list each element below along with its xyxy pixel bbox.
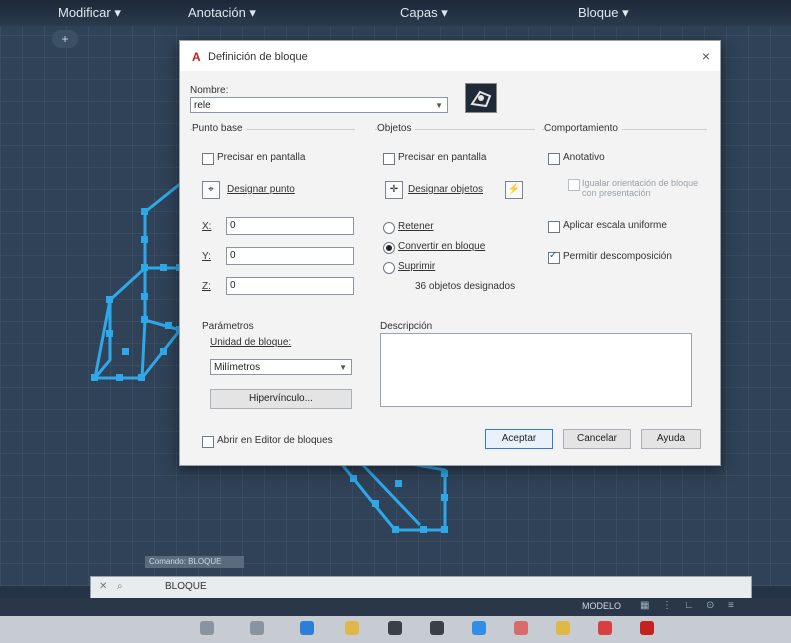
dialog-title: Definición de bloque [208,51,308,63]
escala-uniforme-label: Aplicar escala uniforme [563,220,667,231]
autocad-taskbar-icon[interactable] [640,621,654,635]
igualar-checkbox[interactable] [568,179,580,191]
escala-uniforme-checkbox[interactable] [548,221,560,233]
search-taskbar-icon[interactable] [200,621,214,635]
y-input[interactable]: 0 [226,247,354,265]
descripcion-heading: Descripción [380,321,433,332]
x-label: X: [202,221,212,232]
punto-precisar-checkbox[interactable] [202,153,214,165]
cancelar-button[interactable]: Cancelar [563,429,631,449]
chevron-down-icon: ▼ [339,363,347,372]
punto-precisar-label: Precisar en pantalla [217,152,306,163]
objetos-precisar-label: Precisar en pantalla [398,152,487,163]
z-label: Z: [202,281,211,292]
mail-icon[interactable] [430,621,444,635]
command-history: Comando: BLOQUE [145,556,244,568]
store-icon[interactable] [388,621,402,635]
comportamiento-heading: Comportamiento [544,123,622,134]
objetos-precisar-checkbox[interactable] [383,153,395,165]
descripcion-textarea[interactable] [380,333,692,407]
permitir-descomposicion-label: Permitir descomposición [563,251,672,262]
objects-selected-count: 36 objetos designados [415,281,516,292]
modelo-tab[interactable]: MODELO [582,601,621,611]
abrir-editor-label: Abrir en Editor de bloques [217,435,333,446]
app-blue-icon[interactable] [472,621,486,635]
anotativo-label: Anotativo [563,152,605,163]
parametros-heading: Parámetros [202,321,254,332]
chevron-down-icon: ▼ [435,101,443,110]
polar-icon[interactable]: ⊙ [706,600,714,611]
command-search-icon[interactable]: ⌕ [117,581,123,592]
x-input[interactable]: 0 [226,217,354,235]
aceptar-button[interactable]: Aceptar [485,429,553,449]
convertir-radio[interactable] [383,242,395,254]
suprimir-radio[interactable] [383,262,395,274]
nombre-value: rele [194,100,211,111]
permitir-descomposicion-checkbox[interactable] [548,250,560,264]
unidad-label: Unidad de bloque: [210,337,292,348]
select-objects-icon[interactable]: ✛ [385,181,403,199]
hipervinculo-button[interactable]: Hipervínculo... [210,389,352,409]
dialog-titlebar[interactable]: A Definición de bloque × [180,41,720,71]
grid-icon[interactable]: ▦ [640,600,649,611]
designar-punto-button[interactable]: Designar punto [227,184,295,195]
pick-point-icon[interactable]: ⌖ [202,181,220,199]
command-text: BLOQUE [165,581,207,592]
taskview-icon[interactable] [250,621,264,635]
convertir-label: Convertir en bloque [398,241,486,252]
suprimir-label: Suprimir [398,261,436,272]
calendar-icon[interactable] [514,621,528,635]
nombre-label: Nombre: [190,85,229,96]
unidad-value: Milímetros [214,362,261,373]
ayuda-button[interactable]: Ayuda [641,429,701,449]
retener-label: Retener [398,221,434,232]
block-definition-dialog: A Definición de bloque × Nombre: rele ▼ … [179,40,721,466]
file-explorer-icon[interactable] [345,621,359,635]
ortho-icon[interactable]: ∟ [684,600,694,611]
autocad-logo-icon: A [192,50,201,64]
igualar-label: Igualar orientación de bloque con presen… [582,178,699,198]
retener-radio[interactable] [383,222,395,234]
block-preview-icon [465,83,497,113]
quick-select-icon[interactable]: ⚡ [505,181,523,199]
anotativo-checkbox[interactable] [548,153,560,165]
settings-icon[interactable]: ≡ [728,600,734,611]
chrome-icon[interactable] [556,621,570,635]
unidad-combo[interactable]: Milímetros ▼ [210,359,352,375]
close-icon[interactable]: × [702,48,710,64]
snap-icon[interactable]: ⋮ [662,600,672,611]
command-line[interactable]: ✕ ⌕ BLOQUE [90,576,752,600]
opera-icon[interactable] [598,621,612,635]
z-input[interactable]: 0 [226,277,354,295]
objetos-heading: Objetos [377,123,416,134]
punto-base-heading: Punto base [192,123,247,134]
status-bar: MODELO ▦ ⋮ ∟ ⊙ ≡ [0,598,791,616]
edge-icon[interactable] [300,621,314,635]
nombre-combo[interactable]: rele ▼ [190,97,448,113]
designar-objetos-button[interactable]: Designar objetos [408,184,483,195]
y-label: Y: [202,251,211,262]
abrir-editor-checkbox[interactable] [202,436,214,448]
command-close-icon[interactable]: ✕ [99,581,107,592]
